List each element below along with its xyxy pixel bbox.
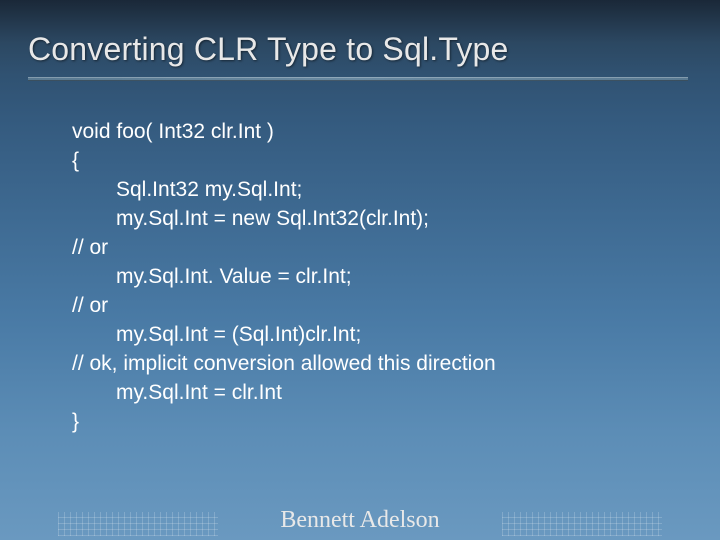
footer-text: Bennett Adelson (0, 507, 720, 534)
code-line: my.Sql.Int = new Sql.Int32(clr.Int); (72, 205, 672, 234)
code-line: my.Sql.Int = (Sql.Int)clr.Int; (72, 321, 672, 350)
code-line: my.Sql.Int = clr.Int (72, 379, 672, 408)
title-area: Converting CLR Type to Sql.Type (28, 32, 696, 81)
code-line: my.Sql.Int. Value = clr.Int; (72, 263, 672, 292)
slide-title: Converting CLR Type to Sql.Type (28, 32, 696, 67)
code-comment: // or (72, 234, 672, 263)
code-line: } (72, 408, 672, 437)
slide: Converting CLR Type to Sql.Type void foo… (0, 0, 720, 540)
title-underline (28, 77, 688, 81)
code-line: void foo( Int32 clr.Int ) (72, 118, 672, 147)
code-line: Sql.Int32 my.Sql.Int; (72, 176, 672, 205)
code-comment: // ok, implicit conversion allowed this … (72, 350, 672, 379)
code-block: void foo( Int32 clr.Int ) { Sql.Int32 my… (72, 118, 672, 437)
code-comment: // or (72, 292, 672, 321)
code-line: { (72, 147, 672, 176)
